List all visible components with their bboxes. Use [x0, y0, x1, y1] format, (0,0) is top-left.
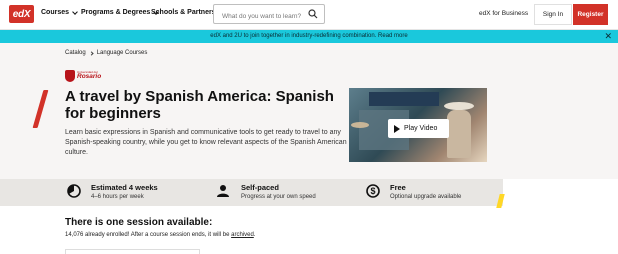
- video-scene-hat: [444, 102, 474, 110]
- banner-text[interactable]: edX and 2U to join together in industry-…: [0, 33, 618, 39]
- enrollment-note: 14,076 already enrolled! After a course …: [65, 232, 255, 238]
- play-video-label: Play Video: [404, 125, 438, 132]
- breadcrumb-language-courses[interactable]: Language Courses: [97, 50, 148, 56]
- close-icon[interactable]: ✕: [604, 31, 612, 42]
- video-scene-hat: [351, 122, 369, 128]
- nav-schools-partners[interactable]: Schools & Partners: [151, 9, 216, 16]
- video-scene-person: [447, 110, 471, 158]
- stat-price-sub: Optional upgrade available: [390, 194, 462, 200]
- search-input[interactable]: [214, 7, 302, 26]
- university-name: Rosario: [77, 73, 102, 81]
- edx-logo[interactable]: edX: [9, 5, 34, 23]
- stat-pace-sub: Progress at your own speed: [241, 194, 316, 200]
- nav-courses-label: Courses: [41, 9, 70, 16]
- nav-programs-label: Programs & Degrees: [81, 9, 151, 16]
- site-header: edX Courses Programs & Degrees Schools &…: [0, 0, 618, 30]
- sign-in-button[interactable]: Sign In: [534, 4, 572, 25]
- enrollment-suffix: .: [253, 232, 256, 238]
- search-box: [213, 4, 325, 26]
- session-card: [65, 249, 200, 254]
- stat-duration-sub: 4–6 hours per week: [91, 194, 144, 200]
- stat-pace-title: Self-paced: [241, 183, 279, 192]
- register-button[interactable]: Register: [573, 4, 608, 25]
- course-title: A travel by Spanish America: Spanish for…: [65, 88, 334, 122]
- stat-duration-title: Estimated 4 weeks: [91, 183, 158, 192]
- university-logo[interactable]: Universidad del Rosario: [65, 67, 107, 85]
- nav-programs-degrees[interactable]: Programs & Degrees: [81, 8, 160, 16]
- breadcrumb: Catalog Language Courses: [65, 50, 147, 56]
- nav-schools-label: Schools & Partners: [151, 9, 216, 16]
- video-scene-sign: [369, 92, 439, 106]
- course-description: Learn basic expressions in Spanish and c…: [65, 129, 347, 156]
- chevron-down-icon: [72, 8, 78, 15]
- play-video-button[interactable]: Play Video: [388, 119, 449, 138]
- breadcrumb-catalog[interactable]: Catalog: [65, 50, 86, 56]
- archived-link[interactable]: archived: [231, 232, 254, 238]
- sessions-heading: There is one session available:: [65, 217, 213, 228]
- play-icon: [394, 124, 400, 133]
- clock-icon: [67, 184, 81, 198]
- university-seal-icon: [65, 70, 75, 82]
- nav-courses[interactable]: Courses: [41, 8, 78, 16]
- announcement-banner: edX and 2U to join together in industry-…: [0, 30, 618, 43]
- search-icon[interactable]: [308, 9, 318, 19]
- university-wordmark: Universidad del Rosario: [77, 71, 101, 81]
- dollar-icon: $: [366, 184, 380, 198]
- chevron-right-icon: [89, 50, 94, 56]
- person-icon: [217, 185, 229, 197]
- stat-price-title: Free: [390, 183, 406, 192]
- svg-text:$: $: [370, 186, 375, 196]
- edx-for-business-link[interactable]: edX for Business: [479, 10, 528, 17]
- logo-text: edX: [12, 8, 31, 20]
- enrollment-text: 14,076 already enrolled! After a course …: [65, 232, 230, 238]
